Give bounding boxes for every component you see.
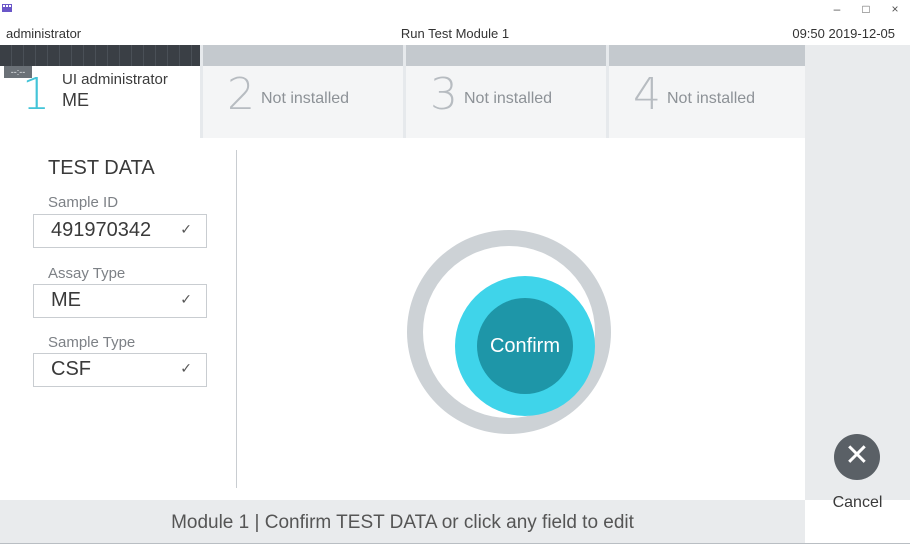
date-time: 09:50 2019-12-05	[792, 26, 895, 41]
sample-id-field[interactable]: 491970342 ✓	[33, 214, 207, 248]
module-status: Not installed	[261, 90, 350, 107]
status-bar: Module 1 | Confirm TEST DATA or click an…	[0, 500, 805, 543]
maximize-button[interactable]: □	[855, 2, 877, 16]
tab-module-3[interactable]: 3 Not installed	[406, 45, 606, 138]
confirm-button[interactable]: Confirm	[477, 298, 573, 394]
module-status: Not installed	[464, 90, 553, 107]
main-area: Confirm	[237, 138, 805, 500]
user-prefix: UI	[62, 71, 77, 88]
assay-type-value: ME	[51, 289, 81, 311]
logged-in-user: administrator	[6, 26, 82, 41]
bottom-border	[0, 543, 910, 549]
right-sidebar	[805, 45, 910, 500]
tab-module-4[interactable]: 4 Not installed	[609, 45, 805, 138]
assay-type-field[interactable]: ME ✓	[33, 284, 207, 318]
minimize-button[interactable]: –	[826, 2, 848, 16]
module-assay: ME	[62, 90, 89, 110]
module-number: 1	[22, 69, 50, 120]
check-icon: ✓	[180, 221, 192, 237]
module-progress-bar	[0, 45, 200, 66]
test-data-title: TEST DATA	[48, 157, 155, 179]
check-icon: ✓	[180, 291, 192, 307]
check-icon: ✓	[180, 360, 192, 376]
module-tab-strip: --:-- 1 UI administrator ME 2 Not instal…	[0, 45, 805, 138]
app-icon	[2, 4, 12, 12]
sample-id-value: 491970342	[51, 219, 152, 241]
module-1-info: UI administrator ME	[62, 70, 168, 110]
module-number: 2	[227, 69, 255, 120]
module-number: 4	[633, 69, 661, 120]
module-status: Not installed	[667, 90, 756, 107]
cancel-icon[interactable]: ✕	[834, 434, 880, 480]
test-data-panel: TEST DATA Sample ID 491970342 ✓ Assay Ty…	[0, 138, 236, 500]
module-user: administrator	[81, 71, 168, 88]
confirm-highlight-ring: Confirm	[455, 276, 595, 416]
close-window-button[interactable]: ×	[884, 2, 906, 16]
sample-type-field[interactable]: CSF ✓	[33, 353, 207, 387]
sample-id-label: Sample ID	[48, 194, 119, 211]
status-message: Module 1 | Confirm TEST DATA or click an…	[171, 512, 634, 533]
sample-type-label: Sample Type	[48, 334, 136, 351]
assay-type-label: Assay Type	[48, 265, 126, 282]
title-bar: administrator Run Test Module 1 09:50 20…	[0, 22, 910, 45]
window-chrome: – □ ×	[0, 0, 910, 22]
tab-module-2[interactable]: 2 Not installed	[203, 45, 403, 138]
cancel-button[interactable]: Cancel	[805, 494, 910, 512]
sample-type-value: CSF	[51, 358, 91, 380]
window-title: Run Test Module 1	[400, 26, 510, 41]
module-number: 3	[430, 69, 458, 120]
confirm-outer-ring: Confirm	[407, 230, 611, 434]
tab-module-1[interactable]: --:-- 1 UI administrator ME	[0, 45, 200, 138]
